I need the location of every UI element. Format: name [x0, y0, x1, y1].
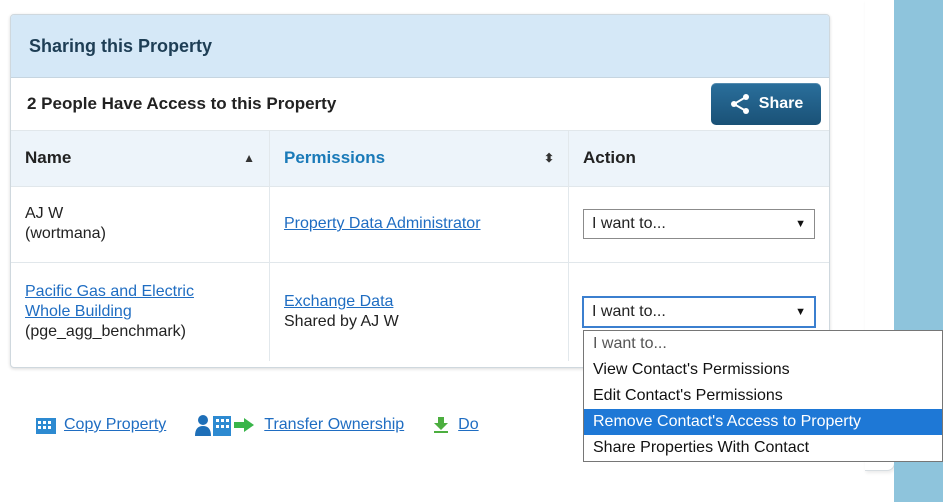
dropdown-option[interactable]: View Contact's Permissions	[584, 357, 942, 383]
action-select-value: I want to...	[592, 215, 666, 232]
column-name-label: Name	[25, 148, 72, 168]
share-icon	[729, 93, 751, 115]
table-header-row: Name ▲ Permissions ⬍ Action	[11, 131, 829, 186]
contact-username: (pge_agg_benchmark)	[25, 322, 186, 340]
sort-ascending-icon: ▲	[243, 151, 255, 166]
action-select-open[interactable]: I want to... ▼	[583, 296, 815, 327]
panel-title: Sharing this Property	[29, 35, 213, 56]
permission-cell: Property Data Administrator	[269, 186, 569, 262]
action-select-value: I want to...	[592, 302, 666, 320]
dropdown-option[interactable]: Share Properties With Contact	[584, 435, 942, 461]
copy-property-action[interactable]: Copy Property	[36, 416, 166, 434]
property-actions: Copy Property Transfer Ownership Do	[36, 412, 507, 438]
download-action[interactable]: Do	[432, 416, 479, 434]
dropdown-arrow-icon: ▼	[795, 218, 806, 230]
download-icon	[432, 416, 450, 434]
table-row: AJ W (wortmana) Property Data Administra…	[11, 186, 829, 262]
transfer-ownership-icon	[194, 414, 256, 436]
contact-name-link[interactable]: Pacific Gas and Electric Whole Building	[25, 283, 194, 320]
transfer-ownership-link[interactable]: Transfer Ownership	[264, 416, 404, 434]
column-header-permissions[interactable]: Permissions ⬍	[269, 131, 569, 186]
transfer-ownership-action[interactable]: Transfer Ownership	[194, 414, 404, 436]
dropdown-option[interactable]: Edit Contact's Permissions	[584, 383, 942, 409]
panel-header: Sharing this Property	[11, 15, 829, 78]
dropdown-option-highlighted[interactable]: Remove Contact's Access to Property	[584, 409, 942, 435]
permission-cell: Exchange Data Shared by AJ W	[269, 262, 569, 361]
access-table: Name ▲ Permissions ⬍ Action AJ W (wortma…	[11, 131, 829, 361]
contact-name-line2: Whole Building	[25, 302, 132, 320]
copy-property-link[interactable]: Copy Property	[64, 416, 166, 434]
dropdown-option[interactable]: I want to...	[584, 331, 942, 357]
access-summary: 2 People Have Access to this Property Sh…	[11, 78, 829, 131]
action-cell: I want to... ▼	[569, 186, 830, 262]
share-button[interactable]: Share	[711, 83, 821, 125]
share-button-label: Share	[758, 95, 804, 112]
access-count-text: 2 People Have Access to this Property	[27, 94, 337, 113]
action-select[interactable]: I want to... ▼	[583, 209, 815, 239]
contact-name-line1: Pacific Gas and Electric	[25, 282, 194, 300]
column-permissions-label: Permissions	[284, 148, 386, 168]
contact-username: (wortmana)	[25, 225, 106, 242]
contact-name: AJ W	[25, 205, 64, 222]
dropdown-arrow-icon: ▼	[795, 305, 806, 318]
sharing-panel: Sharing this Property 2 People Have Acce…	[10, 14, 830, 368]
column-header-action: Action	[569, 131, 830, 186]
permission-link[interactable]: Exchange Data	[284, 293, 393, 310]
column-action-label: Action	[583, 148, 636, 168]
download-link[interactable]: Do	[458, 416, 478, 434]
name-cell: Pacific Gas and Electric Whole Building …	[11, 262, 270, 361]
name-cell: AJ W (wortmana)	[11, 186, 270, 262]
action-dropdown-list: I want to... View Contact's Permissions …	[583, 330, 943, 462]
column-header-name[interactable]: Name ▲	[11, 131, 270, 186]
building-icon	[36, 416, 56, 434]
sort-both-icon: ⬍	[543, 151, 554, 166]
permission-link[interactable]: Property Data Administrator	[284, 215, 481, 232]
shared-by-text: Shared by AJ W	[284, 312, 399, 330]
